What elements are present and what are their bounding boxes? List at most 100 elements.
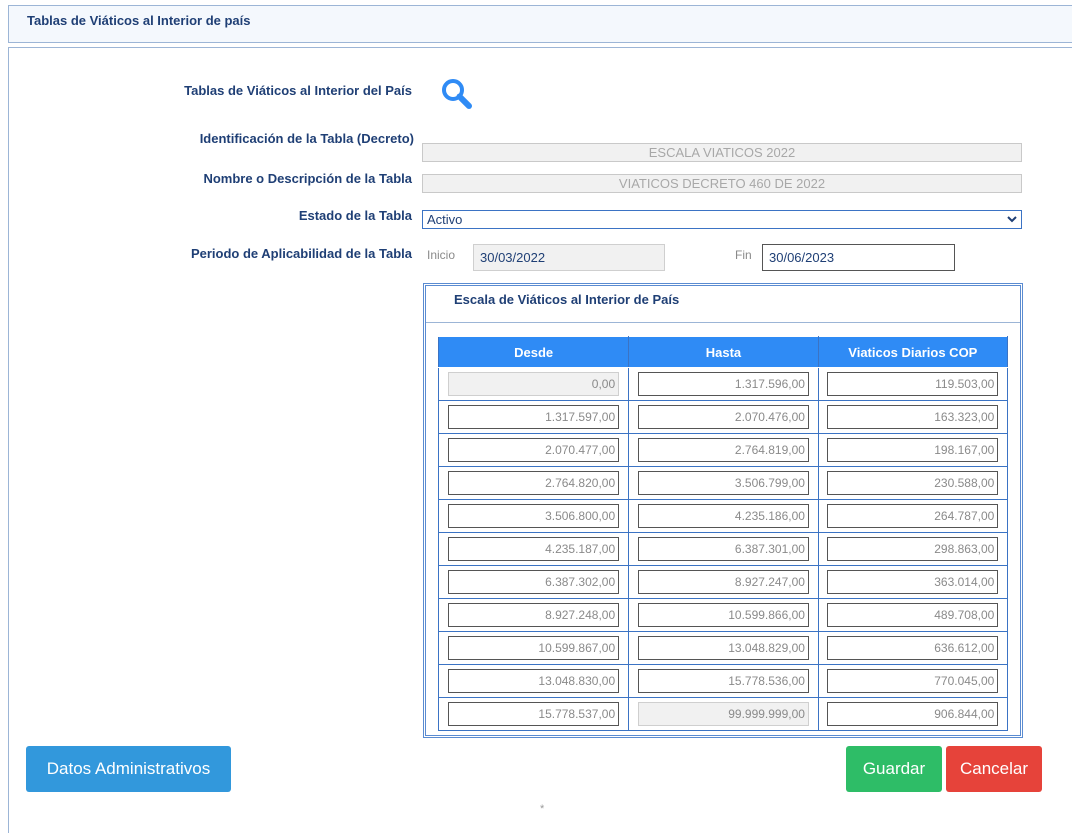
periodo-label: Periodo de Aplicabilidad de la Tabla	[190, 246, 412, 261]
table-row: 3.506.800,00 4.235.186,00 264.787,00	[437, 499, 1009, 533]
desde-input[interactable]: 2.764.820,00	[448, 471, 620, 495]
desde-input[interactable]: 15.778.537,00	[448, 702, 620, 726]
desde-input[interactable]: 10.599.867,00	[448, 636, 620, 660]
column-header-desde: Desde	[437, 336, 630, 368]
viaticos-input[interactable]: 770.045,00	[827, 669, 999, 693]
table-cell: 13.048.830,00	[437, 664, 630, 698]
table-cell: 119.503,00	[817, 367, 1009, 401]
desde-input[interactable]: 1.317.597,00	[448, 405, 620, 429]
scale-title: Escala de Viáticos al Interior de País	[454, 292, 680, 307]
table-cell: 1.317.597,00	[437, 400, 630, 434]
table-cell: 4.235.187,00	[437, 532, 630, 566]
table-cell: 4.235.186,00	[628, 499, 819, 533]
hasta-input[interactable]: 8.927.247,00	[637, 570, 809, 594]
table-cell: 1.317.596,00	[628, 367, 819, 401]
hasta-input[interactable]: 13.048.829,00	[637, 636, 809, 660]
desde-input[interactable]: 8.927.248,00	[448, 603, 620, 627]
table-cell: 906.844,00	[817, 697, 1009, 731]
table-row: 8.927.248,00 10.599.866,00 489.708,00	[437, 598, 1009, 632]
table-cell: 230.588,00	[817, 466, 1009, 500]
desde-input[interactable]: 3.506.800,00	[448, 504, 620, 528]
hasta-input[interactable]: 1.317.596,00	[637, 372, 809, 396]
table-row: 6.387.302,00 8.927.247,00 363.014,00	[437, 565, 1009, 599]
table-row: 15.778.537,00 99.999.999,00 906.844,00	[437, 697, 1009, 731]
hasta-input[interactable]: 15.778.536,00	[637, 669, 809, 693]
inicio-label: Inicio	[427, 248, 456, 262]
fin-date-field[interactable]: 30/06/2023	[762, 244, 955, 271]
desde-input[interactable]: 4.235.187,00	[448, 537, 620, 561]
search-label: Tablas de Viáticos al Interior del País	[184, 83, 412, 98]
inicio-date-field[interactable]: 30/03/2022	[473, 244, 665, 271]
table-cell: 0,00	[437, 367, 630, 401]
table-cell: 636.612,00	[817, 631, 1009, 665]
table-cell: 2.070.477,00	[437, 433, 630, 467]
table-cell: 99.999.999,00	[628, 697, 819, 731]
hasta-input[interactable]: 10.599.866,00	[637, 603, 809, 627]
identificacion-label: Identificación de la Tabla (Decreto)	[199, 131, 414, 146]
table-row: 2.070.477,00 2.764.819,00 198.167,00	[437, 433, 1009, 467]
hasta-input[interactable]: 2.070.476,00	[637, 405, 809, 429]
viaticos-input[interactable]: 264.787,00	[827, 504, 999, 528]
nombre-field[interactable]: VIATICOS DECRETO 460 DE 2022	[422, 174, 1022, 193]
table-cell: 198.167,00	[817, 433, 1009, 467]
table-row: 0,00 1.317.596,00 119.503,00	[437, 367, 1009, 401]
page-title: Tablas de Viáticos al Interior de país	[27, 13, 251, 28]
table-cell: 6.387.302,00	[437, 565, 630, 599]
table-cell: 363.014,00	[817, 565, 1009, 599]
viaticos-input[interactable]: 230.588,00	[827, 471, 999, 495]
table-cell: 489.708,00	[817, 598, 1009, 632]
viaticos-input[interactable]: 489.708,00	[827, 603, 999, 627]
table-cell: 10.599.866,00	[628, 598, 819, 632]
viaticos-input[interactable]: 198.167,00	[827, 438, 999, 462]
table-cell: 8.927.248,00	[437, 598, 630, 632]
hasta-input[interactable]: 4.235.186,00	[637, 504, 809, 528]
hasta-input[interactable]: 3.506.799,00	[637, 471, 809, 495]
table-cell: 10.599.867,00	[437, 631, 630, 665]
save-button[interactable]: Guardar	[846, 746, 942, 792]
viaticos-input[interactable]: 636.612,00	[827, 636, 999, 660]
table-cell: 2.764.820,00	[437, 466, 630, 500]
estado-select[interactable]: Activo	[422, 210, 1022, 229]
table-cell: 3.506.800,00	[437, 499, 630, 533]
footer-asterisk: *	[540, 803, 545, 815]
viaticos-input[interactable]: 298.863,00	[827, 537, 999, 561]
viaticos-input[interactable]: 119.503,00	[827, 372, 999, 396]
table-row: 2.764.820,00 3.506.799,00 230.588,00	[437, 466, 1009, 500]
chevron-down-icon	[1007, 216, 1017, 223]
table-cell: 2.764.819,00	[628, 433, 819, 467]
table-cell: 298.863,00	[817, 532, 1009, 566]
scale-panel: Escala de Viáticos al Interior de País D…	[423, 283, 1023, 738]
cancel-button[interactable]: Cancelar	[946, 746, 1042, 792]
hasta-input[interactable]: 2.764.819,00	[637, 438, 809, 462]
desde-input[interactable]: 2.070.477,00	[448, 438, 620, 462]
viaticos-input[interactable]: 163.323,00	[827, 405, 999, 429]
table-cell: 2.070.476,00	[628, 400, 819, 434]
table-row: 10.599.867,00 13.048.829,00 636.612,00	[437, 631, 1009, 665]
column-header-viaticos: Viaticos Diarios COP	[817, 336, 1009, 368]
nombre-label: Nombre o Descripción de la Tabla	[203, 171, 412, 186]
hasta-input[interactable]: 6.387.301,00	[637, 537, 809, 561]
desde-input[interactable]: 13.048.830,00	[448, 669, 620, 693]
scale-panel-header: Escala de Viáticos al Interior de País	[426, 286, 1020, 323]
table-row: 1.317.597,00 2.070.476,00 163.323,00	[437, 400, 1009, 434]
table-cell: 264.787,00	[817, 499, 1009, 533]
table-cell: 8.927.247,00	[628, 565, 819, 599]
fin-label: Fin	[735, 248, 752, 262]
hasta-input[interactable]: 99.999.999,00	[637, 702, 809, 726]
table-row: 4.235.187,00 6.387.301,00 298.863,00	[437, 532, 1009, 566]
table-cell: 3.506.799,00	[628, 466, 819, 500]
viaticos-input[interactable]: 363.014,00	[827, 570, 999, 594]
table-cell: 15.778.536,00	[628, 664, 819, 698]
table-cell: 770.045,00	[817, 664, 1009, 698]
viaticos-input[interactable]: 906.844,00	[827, 702, 999, 726]
estado-value: Activo	[427, 212, 463, 227]
desde-input[interactable]: 6.387.302,00	[448, 570, 620, 594]
datos-administrativos-button[interactable]: Datos Administrativos	[26, 746, 231, 792]
estado-label: Estado de la Tabla	[298, 208, 412, 223]
table-cell: 163.323,00	[817, 400, 1009, 434]
table-cell: 6.387.301,00	[628, 532, 819, 566]
desde-input[interactable]: 0,00	[448, 372, 620, 396]
search-icon[interactable]	[440, 77, 474, 111]
table-cell: 15.778.537,00	[437, 697, 630, 731]
identificacion-field[interactable]: ESCALA VIATICOS 2022	[422, 143, 1022, 162]
